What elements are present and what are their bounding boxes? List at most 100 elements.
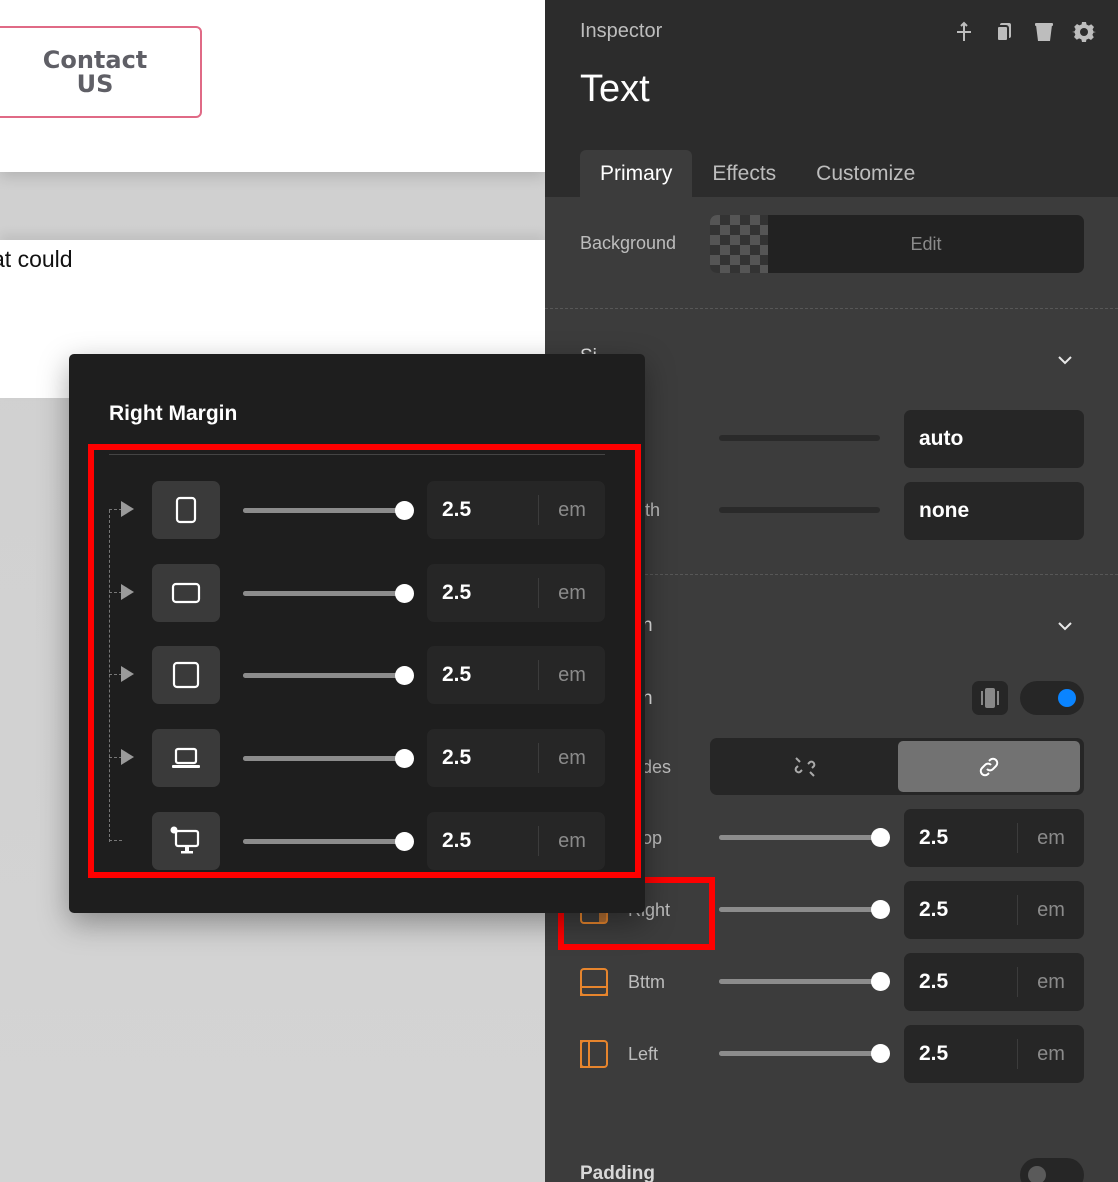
- gear-icon[interactable]: [1072, 20, 1096, 44]
- margin-left-label: Left: [628, 1044, 659, 1064]
- tab-primary[interactable]: Primary: [580, 150, 693, 197]
- margin-bottom-label: Bttm: [628, 972, 666, 992]
- link-sides-control[interactable]: [710, 738, 1084, 795]
- margin-left-slider[interactable]: [719, 1044, 890, 1064]
- margin-top-unit[interactable]: em: [1018, 827, 1084, 850]
- margin-top-label: op: [642, 828, 663, 848]
- breakpoint-value[interactable]: 2.5: [427, 581, 538, 605]
- transparency-swatch: [710, 215, 768, 273]
- breakpoint-slider[interactable]: [243, 832, 414, 852]
- margin-left-value[interactable]: 2.5: [904, 1042, 1017, 1066]
- tablet-icon[interactable]: [152, 646, 220, 704]
- add-icon[interactable]: [952, 20, 976, 44]
- size-value-field[interactable]: auto: [904, 410, 1084, 468]
- margin-bottom-slider[interactable]: [719, 972, 890, 992]
- breakpoint-value-field[interactable]: 2.5 em: [427, 646, 605, 704]
- copy-icon[interactable]: [992, 20, 1016, 44]
- breakpoint-slider[interactable]: [243, 584, 414, 604]
- breakpoint-value[interactable]: 2.5: [427, 498, 538, 522]
- margin-bottom-value[interactable]: 2.5: [904, 970, 1017, 994]
- breakpoint-row: 2.5 em: [69, 812, 645, 870]
- breakpoint-slider[interactable]: [243, 749, 414, 769]
- chevron-down-icon[interactable]: [1055, 616, 1075, 636]
- popover-title: Right Margin: [109, 402, 238, 425]
- breakpoint-unit[interactable]: em: [539, 582, 605, 605]
- breakpoint-value-field[interactable]: 2.5 em: [427, 481, 605, 539]
- chevron-down-icon[interactable]: [1055, 350, 1075, 370]
- margin-left-side-icon: [580, 1040, 608, 1068]
- margin-toggle[interactable]: [1020, 681, 1084, 715]
- inspector-label: Inspector: [580, 20, 663, 42]
- margin-left-field[interactable]: 2.5 em: [904, 1025, 1084, 1083]
- max-width-slider-track[interactable]: [719, 507, 880, 513]
- contact-us-button[interactable]: Contact US: [0, 26, 202, 118]
- margin-right-value[interactable]: 2.5: [904, 898, 1017, 922]
- margin-right-unit[interactable]: em: [1018, 899, 1084, 922]
- inspector-header: Inspector Text Primary Effects Customize: [545, 0, 1118, 197]
- inherit-arrow-icon: [121, 584, 134, 600]
- slider-knob[interactable]: [395, 584, 414, 603]
- padding-toggle[interactable]: [1020, 1158, 1084, 1182]
- popover-divider: [109, 454, 605, 455]
- slider-knob[interactable]: [395, 832, 414, 851]
- tab-customize[interactable]: Customize: [796, 150, 935, 197]
- unlink-sides-option[interactable]: [714, 741, 896, 792]
- slider-knob[interactable]: [871, 828, 890, 847]
- responsive-icon: [981, 688, 999, 708]
- breakpoint-unit[interactable]: em: [539, 830, 605, 853]
- margin-top-field[interactable]: 2.5 em: [904, 809, 1084, 867]
- margin-left-unit[interactable]: em: [1018, 1043, 1084, 1066]
- canvas-body-text[interactable]: at could: [0, 246, 73, 273]
- canvas-header-section: Contact US: [0, 0, 545, 172]
- breakpoint-value-field[interactable]: 2.5 em: [427, 729, 605, 787]
- trash-icon[interactable]: [1032, 20, 1056, 44]
- background-edit-button[interactable]: Edit: [768, 215, 1084, 273]
- breakpoint-value[interactable]: 2.5: [427, 829, 538, 853]
- max-width-field[interactable]: none: [904, 482, 1084, 540]
- tab-effects[interactable]: Effects: [692, 150, 796, 197]
- breakpoint-value-field[interactable]: 2.5 em: [427, 812, 605, 870]
- margin-right-field[interactable]: 2.5 em: [904, 881, 1084, 939]
- padding-section-label: Padding: [580, 1163, 655, 1182]
- size-slider-track[interactable]: [719, 435, 880, 441]
- desktop-icon[interactable]: [152, 812, 220, 870]
- sides-label: des: [642, 757, 672, 777]
- breakpoint-value[interactable]: 2.5: [427, 663, 538, 687]
- margin-right-slider[interactable]: [719, 900, 890, 920]
- breakpoint-slider[interactable]: [243, 501, 414, 521]
- breakpoint-unit[interactable]: em: [539, 499, 605, 522]
- slider-knob[interactable]: [871, 972, 890, 991]
- slider-knob[interactable]: [395, 666, 414, 685]
- link-sides-option[interactable]: [898, 741, 1080, 792]
- phone-landscape-icon[interactable]: [152, 564, 220, 622]
- margin-bottom-side-icon: [580, 968, 608, 996]
- unlink-icon: [794, 756, 816, 777]
- background-picker[interactable]: Edit: [710, 215, 1084, 273]
- breakpoint-unit[interactable]: em: [539, 664, 605, 687]
- background-label: Background: [580, 233, 677, 253]
- margin-top-slider[interactable]: [719, 828, 890, 848]
- slider-knob[interactable]: [871, 900, 890, 919]
- breakpoint-value-field[interactable]: 2.5 em: [427, 564, 605, 622]
- link-icon: [979, 757, 999, 776]
- contact-us-label: Contact US: [42, 46, 148, 98]
- inherit-arrow-icon: [121, 749, 134, 765]
- inspector-tabs: Primary Effects Customize: [580, 150, 935, 197]
- margin-top-value[interactable]: 2.5: [904, 826, 1017, 850]
- breakpoint-row: 2.5 em: [69, 481, 645, 539]
- breakpoint-row: 2.5 em: [69, 646, 645, 704]
- slider-knob[interactable]: [395, 501, 414, 520]
- breakpoint-unit[interactable]: em: [539, 747, 605, 770]
- responsive-button[interactable]: [972, 681, 1008, 715]
- toggle-knob: [1058, 689, 1076, 707]
- slider-knob[interactable]: [395, 749, 414, 768]
- toggle-knob: [1028, 1166, 1046, 1182]
- breakpoint-slider[interactable]: [243, 666, 414, 686]
- margin-bottom-unit[interactable]: em: [1018, 971, 1084, 994]
- phone-portrait-icon[interactable]: [152, 481, 220, 539]
- slider-knob[interactable]: [871, 1044, 890, 1063]
- margin-bottom-field[interactable]: 2.5 em: [904, 953, 1084, 1011]
- right-margin-popover: Right Margin 2.5 em 2.5 em 2.5 em 2.5 em 2.5…: [69, 354, 645, 913]
- laptop-icon[interactable]: [152, 729, 220, 787]
- breakpoint-value[interactable]: 2.5: [427, 746, 538, 770]
